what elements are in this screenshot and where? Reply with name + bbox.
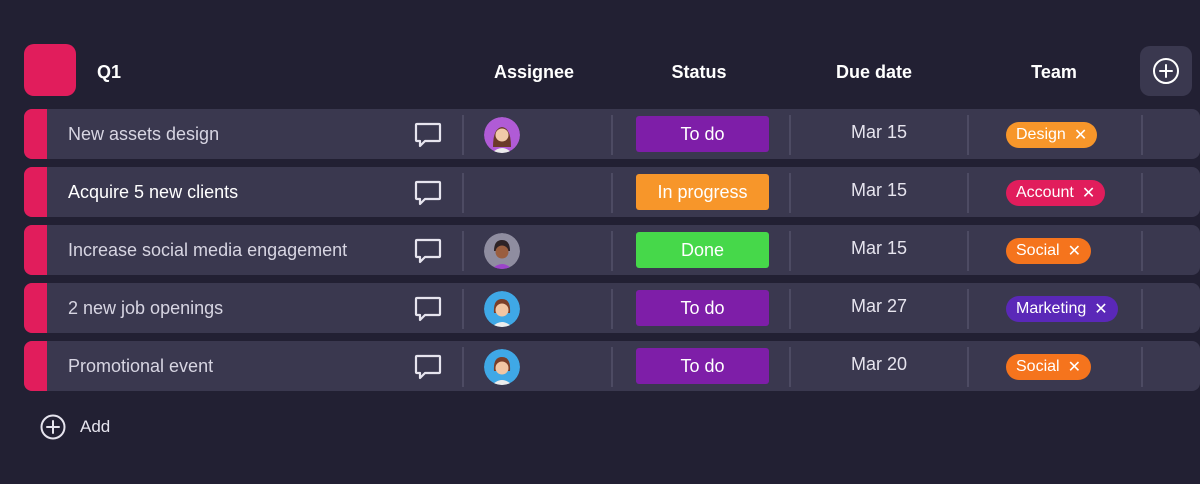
task-name[interactable]: Promotional event (68, 356, 213, 377)
add-column-button[interactable] (1140, 46, 1192, 96)
column-header-due-date[interactable]: Due date (804, 62, 944, 83)
due-date[interactable]: Mar 27 (809, 296, 949, 317)
team-tag[interactable]: Account ✕ (1006, 180, 1106, 206)
cell-divider (1141, 289, 1143, 329)
due-date[interactable]: Mar 15 (809, 180, 949, 201)
table-row[interactable]: 2 new job openings To do Mar 27 Marketin… (24, 283, 1200, 333)
table-row[interactable]: Increase social media engagement Done Ma… (24, 225, 1200, 275)
status-badge[interactable]: To do (636, 348, 769, 384)
comment-icon (414, 354, 442, 380)
remove-tag-icon[interactable]: ✕ (1074, 125, 1087, 145)
comment-icon (414, 180, 442, 206)
plus-circle-icon (40, 414, 66, 440)
team-tag-label: Design (1016, 126, 1066, 143)
column-header-assignee[interactable]: Assignee (464, 62, 604, 83)
team-tag-label: Social (1016, 358, 1060, 375)
cell-divider (462, 347, 464, 387)
comment-button[interactable] (413, 353, 443, 381)
group-header: Q1 Assignee Status Due date Team (24, 44, 1200, 98)
task-board: Q1 Assignee Status Due date Team New ass… (24, 44, 1200, 440)
comment-icon (414, 238, 442, 264)
group-color-swatch[interactable] (24, 44, 76, 96)
status-badge[interactable]: Done (636, 232, 769, 268)
cell-divider (967, 173, 969, 213)
task-list: New assets design To do Mar 15 Design ✕ … (24, 109, 1200, 399)
remove-tag-icon[interactable]: ✕ (1082, 183, 1095, 203)
cell-divider (1141, 347, 1143, 387)
cell-divider (967, 347, 969, 387)
cell-divider (789, 347, 791, 387)
comment-icon (414, 122, 442, 148)
row-drag-handle[interactable] (24, 109, 47, 159)
team-tag[interactable]: Design ✕ (1006, 122, 1098, 148)
cell-divider (789, 289, 791, 329)
task-name[interactable]: 2 new job openings (68, 298, 223, 319)
status-badge[interactable]: In progress (636, 174, 769, 210)
cell-divider (462, 115, 464, 155)
cell-divider (789, 115, 791, 155)
due-date[interactable]: Mar 15 (809, 238, 949, 259)
assignee-avatar[interactable] (484, 233, 520, 269)
assignee-avatar[interactable] (484, 291, 520, 327)
remove-tag-icon[interactable]: ✕ (1094, 299, 1107, 319)
plus-circle-icon (1153, 58, 1179, 84)
cell-divider (1141, 231, 1143, 271)
team-tag[interactable]: Marketing ✕ (1006, 296, 1118, 322)
avatar-man-icon (484, 233, 520, 269)
row-drag-handle[interactable] (24, 225, 47, 275)
avatar-woman-blue-icon (484, 291, 520, 327)
cell-divider (462, 231, 464, 271)
add-task-button[interactable]: Add (40, 414, 110, 440)
team-tag[interactable]: Social ✕ (1006, 238, 1091, 264)
status-badge[interactable]: To do (636, 290, 769, 326)
assignee-avatar[interactable] (484, 117, 520, 153)
avatar-woman-blue-icon (484, 349, 520, 385)
team-tag[interactable]: Social ✕ (1006, 354, 1091, 380)
comment-button[interactable] (413, 295, 443, 323)
due-date[interactable]: Mar 20 (809, 354, 949, 375)
team-tag-label: Marketing (1016, 300, 1087, 317)
comment-icon (414, 296, 442, 322)
add-task-label: Add (80, 417, 111, 436)
comment-button[interactable] (413, 237, 443, 265)
table-row[interactable]: New assets design To do Mar 15 Design ✕ (24, 109, 1200, 159)
column-header-team[interactable]: Team (984, 62, 1124, 83)
cell-divider (1141, 115, 1143, 155)
row-drag-handle[interactable] (24, 341, 47, 391)
task-name[interactable]: New assets design (68, 124, 219, 145)
cell-divider (1141, 173, 1143, 213)
task-name[interactable]: Acquire 5 new clients (68, 182, 238, 203)
cell-divider (611, 289, 613, 329)
task-name[interactable]: Increase social media engagement (68, 240, 347, 261)
cell-divider (789, 231, 791, 271)
team-tag-label: Social (1016, 242, 1060, 259)
row-drag-handle[interactable] (24, 283, 47, 333)
cell-divider (462, 173, 464, 213)
group-title[interactable]: Q1 (97, 62, 121, 83)
cell-divider (967, 289, 969, 329)
team-tag-label: Account (1016, 184, 1074, 201)
comment-button[interactable] (413, 179, 443, 207)
assignee-avatar[interactable] (484, 349, 520, 385)
due-date[interactable]: Mar 15 (809, 122, 949, 143)
avatar-woman-icon (484, 117, 520, 153)
row-drag-handle[interactable] (24, 167, 47, 217)
cell-divider (611, 231, 613, 271)
table-row[interactable]: Acquire 5 new clients In progress Mar 15… (24, 167, 1200, 217)
remove-tag-icon[interactable]: ✕ (1068, 357, 1081, 377)
table-row[interactable]: Promotional event To do Mar 20 Social ✕ (24, 341, 1200, 391)
remove-tag-icon[interactable]: ✕ (1068, 241, 1081, 261)
comment-button[interactable] (413, 121, 443, 149)
cell-divider (611, 115, 613, 155)
cell-divider (611, 347, 613, 387)
status-badge[interactable]: To do (636, 116, 769, 152)
cell-divider (789, 173, 791, 213)
cell-divider (462, 289, 464, 329)
column-header-status[interactable]: Status (629, 62, 769, 83)
cell-divider (967, 115, 969, 155)
cell-divider (967, 231, 969, 271)
cell-divider (611, 173, 613, 213)
